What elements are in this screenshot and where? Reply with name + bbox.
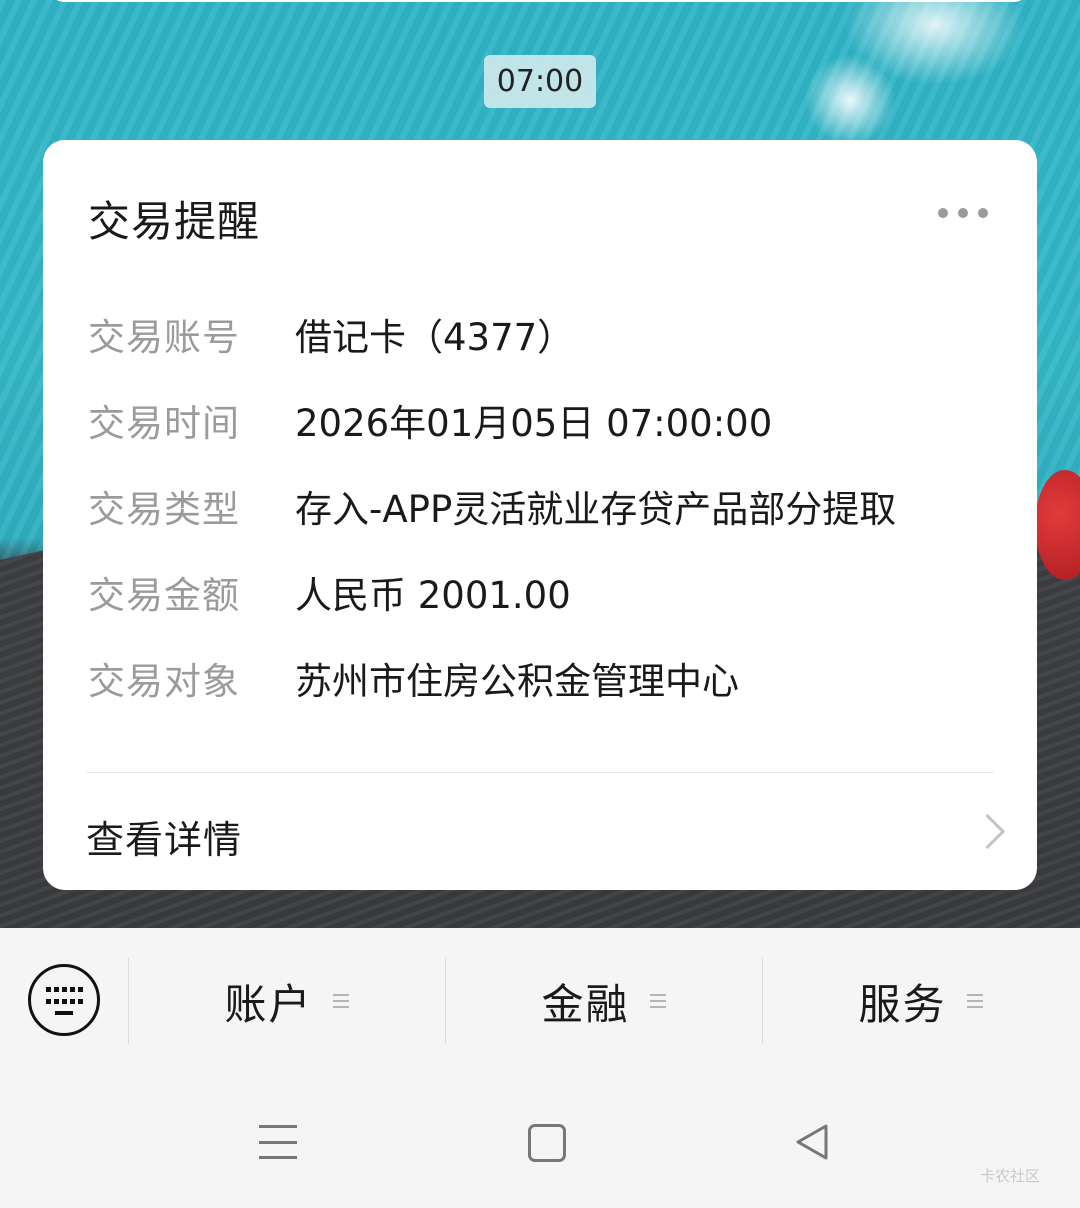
row-label: 交易金额 <box>88 574 240 617</box>
row-value: 苏州市住房公积金管理中心 <box>295 660 739 703</box>
bottom-menu-bar: 账户 金融 服务 <box>0 928 1080 1073</box>
chevron-right-icon <box>969 813 1006 850</box>
menu-item-label: 账户 <box>224 979 313 1029</box>
menu-item-account[interactable]: 账户 <box>128 958 445 1044</box>
dot <box>938 208 948 218</box>
row-time: 交易时间 2026年01月05日 07:00:00 <box>88 399 772 449</box>
dot <box>978 208 988 218</box>
keyboard-toggle-button[interactable] <box>28 964 100 1036</box>
menu-item-label: 金融 <box>541 979 630 1029</box>
message-timestamp: 07:00 <box>484 55 596 108</box>
row-type: 交易类型 存入-APP灵活就业存贷产品部分提取 <box>88 485 896 535</box>
row-account: 交易账号 借记卡（4377） <box>88 313 574 363</box>
more-dots-icon[interactable] <box>938 202 988 224</box>
menu-item-label: 服务 <box>858 979 947 1029</box>
keyboard-icon <box>46 987 83 1007</box>
row-value: 人民币 2001.00 <box>295 574 571 617</box>
submenu-lines-icon <box>649 994 666 1008</box>
card-title: 交易提醒 <box>88 197 261 246</box>
hamburger-icon[interactable] <box>259 1125 297 1159</box>
row-label: 交易对象 <box>88 660 240 703</box>
keyboard-spacebar <box>55 1011 73 1015</box>
row-label: 交易类型 <box>88 488 240 531</box>
previous-message-bubble <box>50 0 1028 2</box>
dot <box>958 208 968 218</box>
menu-item-finance[interactable]: 金融 <box>445 958 762 1044</box>
menu-item-services[interactable]: 服务 <box>762 958 1079 1044</box>
chat-area: 07:00 交易提醒 交易账号 借记卡（4377） 交易时间 2026年01月05日… <box>0 0 1080 928</box>
triangle-back-icon[interactable] <box>794 1123 830 1161</box>
submenu-lines-icon <box>966 994 983 1008</box>
row-amount: 交易金额 人民币 2001.00 <box>88 571 571 621</box>
view-details-button[interactable]: 查看详情 <box>43 773 1037 890</box>
row-value: 2026年01月05日 07:00:00 <box>295 402 773 445</box>
row-value: 存入-APP灵活就业存贷产品部分提取 <box>295 488 897 531</box>
watermark: 卡农社区 <box>980 1167 1041 1185</box>
submenu-lines-icon <box>332 994 349 1008</box>
square-home-icon[interactable] <box>528 1124 566 1162</box>
system-nav-bar <box>0 1073 1080 1208</box>
row-counterparty: 交易对象 苏州市住房公积金管理中心 <box>88 657 739 707</box>
view-details-label: 查看详情 <box>86 818 243 862</box>
row-label: 交易账号 <box>88 316 240 359</box>
row-value: 借记卡（4377） <box>295 316 575 359</box>
transaction-alert-card[interactable]: 交易提醒 交易账号 借记卡（4377） 交易时间 2026年01月05日 07:00… <box>43 140 1037 890</box>
row-label: 交易时间 <box>88 402 240 445</box>
